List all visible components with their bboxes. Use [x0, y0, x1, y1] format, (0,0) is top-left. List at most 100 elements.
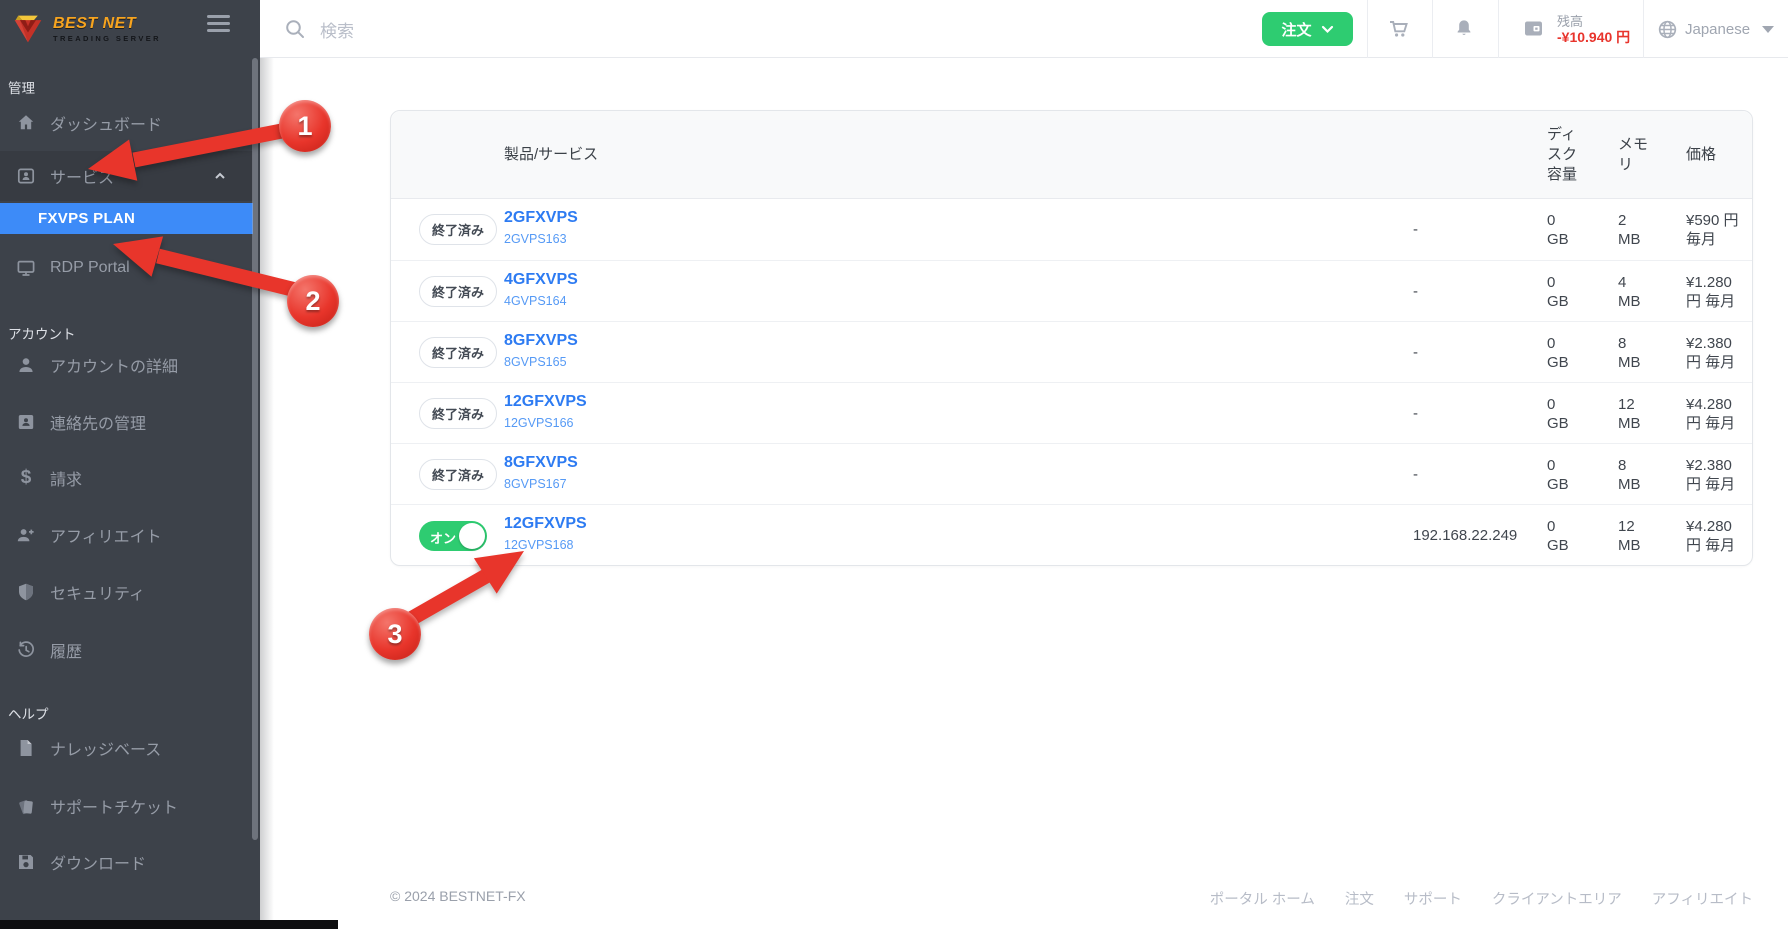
globe-icon [1656, 18, 1679, 41]
status-cell: 終了済み [419, 199, 491, 260]
sidebar-item-services[interactable]: サービス [0, 151, 253, 201]
memory-cell: 8 MB [1618, 334, 1652, 372]
search-placeholder: 検索 [320, 17, 354, 42]
order-button[interactable]: 注文 [1262, 12, 1353, 46]
sidebar-item-label: サポートチケット [50, 794, 178, 818]
status-badge: 終了済み [419, 398, 497, 429]
topbar-divider [1367, 0, 1368, 58]
shield-icon [15, 581, 37, 603]
memory-cell: 8 MB [1618, 456, 1652, 494]
product-link[interactable]: 12GFXVPS [504, 393, 587, 411]
sidebar-item-rdp-portal[interactable]: RDP Portal [0, 246, 253, 290]
balance-amount: -¥10.940 円 [1557, 29, 1630, 45]
product-link[interactable]: 2GFXVPS [504, 209, 578, 227]
table-row: 終了済み 12GFXVPS 12GVPS166 - 0 GB 12 MB ¥4.… [391, 382, 1752, 443]
table-row: 終了済み 2GFXVPS 2GVPS163 - 0 GB 2 MB ¥590 円… [391, 199, 1752, 260]
sidebar-item-label: 連絡先の管理 [50, 410, 146, 434]
product-code-link[interactable]: 8GVPS165 [504, 355, 578, 369]
balance-menu[interactable]: 残高 -¥10.940 円 [1522, 0, 1630, 58]
status-badge: 終了済み [419, 276, 497, 307]
sidebar-item-label: ナレッジベース [50, 736, 161, 760]
sidebar-item-billing[interactable]: $ 請求 [0, 456, 253, 500]
price-cell: ¥2.380 円 毎月 [1686, 334, 1744, 372]
sidebar-item-label: RDP Portal [50, 259, 130, 277]
toggle-label: オン [430, 528, 456, 547]
price-cell: ¥4.280 円 毎月 [1686, 395, 1744, 433]
main-content: 検索 注文 [260, 0, 1788, 929]
services-icon [15, 165, 37, 187]
product-link[interactable]: 12GFXVPS [504, 515, 587, 533]
table-row: オン 12GFXVPS 12GVPS168 192.168.22.249 0 G… [391, 504, 1752, 565]
brand-name: BEST NET [53, 15, 161, 33]
status-cell: 終了済み [419, 383, 491, 444]
services-table-card: 製品/サービス ディスク容量 メモリ 価格 終了済み 2GFXVPS 2GVPS… [390, 110, 1753, 566]
dollar-icon: $ [15, 467, 37, 489]
product-link[interactable]: 8GFXVPS [504, 332, 578, 350]
header-price: 価格 [1686, 145, 1716, 165]
chevron-down-icon [1321, 25, 1334, 34]
search-input[interactable]: 検索 [284, 0, 354, 58]
contact-card-icon [15, 411, 37, 433]
memory-cell: 12 MB [1618, 395, 1652, 433]
footer-links: ポータル ホーム 注文 サポート クライアントエリア アフィリエイト [1210, 888, 1753, 909]
table-row: 終了済み 4GFXVPS 4GVPS164 - 0 GB 4 MB ¥1.280… [391, 260, 1752, 321]
sidebar-item-history[interactable]: 履歴 [0, 628, 253, 672]
product-code-link[interactable]: 8GVPS167 [504, 477, 578, 491]
product-link[interactable]: 8GFXVPS [504, 454, 578, 472]
sidebar-item-label: ダッシュボード [50, 111, 162, 135]
monitor-icon [15, 257, 37, 279]
sidebar-item-security[interactable]: セキュリティ [0, 570, 253, 614]
price-cell: ¥590 円 毎月 [1686, 211, 1744, 249]
sidebar-item-account-details[interactable]: アカウントの詳細 [0, 343, 253, 387]
sidebar-item-support-tickets[interactable]: サポートチケット [0, 784, 253, 828]
product-code-link[interactable]: 4GVPS164 [504, 294, 578, 308]
sidebar-item-downloads[interactable]: ダウンロード [0, 840, 253, 884]
history-clock-icon [15, 639, 37, 661]
sidebar-scrollbar[interactable] [252, 58, 258, 840]
price-cell: ¥1.280 円 毎月 [1686, 273, 1744, 311]
product-link[interactable]: 4GFXVPS [504, 271, 578, 289]
ip-cell: - [1413, 466, 1418, 483]
sidebar-item-label: サービス [50, 164, 114, 188]
footer-link-order[interactable]: 注文 [1345, 888, 1374, 909]
product-code-link[interactable]: 12GVPS168 [504, 538, 587, 552]
home-icon [15, 112, 37, 134]
brand-tagline: TREADING SERVER [53, 34, 161, 43]
product-code-link[interactable]: 12GVPS166 [504, 416, 587, 430]
product-cell: 12GFXVPS 12GVPS168 [504, 515, 587, 552]
price-cell: ¥2.380 円 毎月 [1686, 456, 1744, 494]
sidebar-item-dashboard[interactable]: ダッシュボード [0, 101, 253, 145]
memory-cell: 12 MB [1618, 517, 1652, 555]
product-code-link[interactable]: 2GVPS163 [504, 232, 578, 246]
table-row: 終了済み 8GFXVPS 8GVPS167 - 0 GB 8 MB ¥2.380… [391, 443, 1752, 504]
footer-link-affiliate[interactable]: アフィリエイト [1652, 888, 1753, 909]
table-header: 製品/サービス ディスク容量 メモリ 価格 [391, 111, 1752, 199]
footer-link-portal-home[interactable]: ポータル ホーム [1210, 888, 1315, 909]
bell-icon [1452, 17, 1476, 41]
sidebar-item-affiliate[interactable]: アフィリエイト [0, 513, 253, 557]
sidebar-section-help: ヘルプ [8, 703, 248, 723]
status-cell: 終了済み [419, 261, 491, 322]
sidebar-item-label: 履歴 [50, 638, 82, 662]
ip-cell: - [1413, 221, 1418, 238]
product-cell: 12GFXVPS 12GVPS166 [504, 393, 587, 430]
bottom-black-bar [0, 920, 338, 929]
product-cell: 8GFXVPS 8GVPS167 [504, 454, 578, 491]
sidebar-item-contacts[interactable]: 連絡先の管理 [0, 400, 253, 444]
disk-cell: 0 GB [1547, 334, 1581, 372]
hamburger-menu-icon[interactable] [207, 15, 230, 32]
brand-logo[interactable]: BEST NET TREADING SERVER [10, 13, 161, 45]
ip-cell: - [1413, 405, 1418, 422]
footer-link-support[interactable]: サポート [1404, 888, 1462, 909]
power-toggle[interactable]: オン [419, 521, 487, 551]
header-memory: メモリ [1618, 135, 1654, 175]
price-cell: ¥4.280 円 毎月 [1686, 517, 1744, 555]
language-selector[interactable]: Japanese [1656, 0, 1774, 58]
cart-button[interactable] [1387, 17, 1411, 41]
person-plus-icon [15, 524, 37, 546]
footer-link-client-area[interactable]: クライアントエリア [1492, 888, 1622, 909]
sidebar-item-fxvps-plan[interactable]: FXVPS PLAN [0, 203, 253, 234]
sidebar-item-knowledgebase[interactable]: ナレッジベース [0, 726, 253, 770]
notifications-button[interactable] [1452, 17, 1476, 41]
sidebar-section-account: アカウント [8, 323, 248, 343]
